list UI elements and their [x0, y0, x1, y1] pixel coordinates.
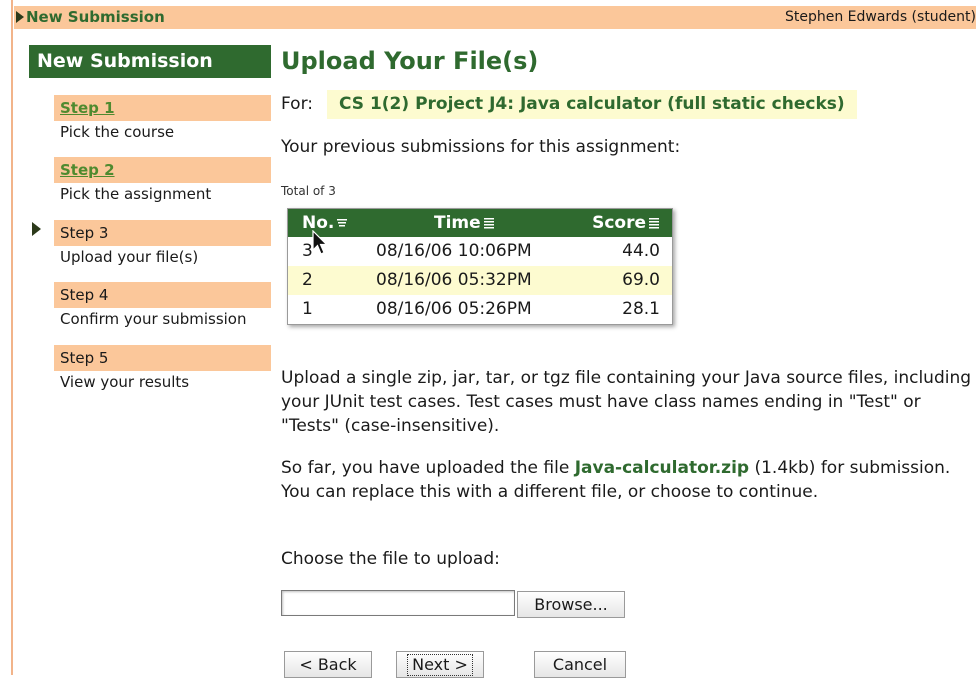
sidebar-step-4: Step 4 Confirm your submission: [54, 282, 271, 328]
left-border: [11, 0, 13, 675]
previous-submissions-label: Your previous submissions for this assig…: [281, 137, 681, 157]
table-row[interactable]: 1 08/16/06 05:26PM 28.1: [288, 295, 672, 324]
browse-button[interactable]: Browse...: [517, 591, 625, 618]
cell-time: 08/16/06 05:32PM: [376, 270, 532, 290]
step-1-link[interactable]: Step 1: [54, 95, 271, 121]
file-path-field[interactable]: [281, 590, 515, 616]
for-label: For:: [281, 94, 313, 114]
cell-score: 44.0: [622, 241, 660, 261]
top-bar: New Submission Stephen Edwards (student): [14, 6, 976, 29]
cell-no: 1: [302, 299, 313, 319]
submissions-table: No. Time Score 3 08/16/06 10:06PM 44.0 2…: [287, 208, 673, 325]
assignment-name: CS 1(2) Project J4: Java calculator (ful…: [327, 90, 857, 119]
step-1-desc: Pick the course: [60, 123, 175, 141]
sidebar-heading: New Submission: [29, 45, 271, 78]
step-3-desc: Upload your file(s): [60, 248, 199, 266]
mouse-pointer-icon: [312, 230, 328, 255]
cell-time: 08/16/06 05:26PM: [376, 299, 532, 319]
col-header-score[interactable]: Score: [592, 209, 660, 237]
table-header: No. Time Score: [288, 209, 672, 237]
step-4-label: Step 4: [54, 282, 271, 308]
choose-file-label: Choose the file to upload:: [281, 549, 500, 569]
cell-score: 69.0: [622, 270, 660, 290]
uploaded-file-name: Java-calculator.zip: [574, 458, 750, 478]
triangle-right-icon: [16, 11, 24, 23]
top-bar-title: New Submission: [26, 8, 165, 26]
total-count: Total of 3: [281, 184, 336, 198]
sidebar-step-2[interactable]: Step 2 Pick the assignment: [54, 157, 271, 203]
cancel-button[interactable]: Cancel: [534, 651, 626, 678]
sort-icon[interactable]: [483, 217, 495, 229]
step-2-link[interactable]: Step 2: [54, 157, 271, 183]
sort-icon[interactable]: [648, 217, 660, 229]
page-title: Upload Your File(s): [281, 47, 539, 75]
step-5-label: Step 5: [54, 345, 271, 371]
sidebar-step-1[interactable]: Step 1 Pick the course: [54, 95, 271, 141]
step-4-desc: Confirm your submission: [60, 310, 247, 328]
sidebar-step-5: Step 5 View your results: [54, 345, 271, 391]
step-5-desc: View your results: [60, 373, 190, 391]
table-row[interactable]: 3 08/16/06 10:06PM 44.0: [288, 237, 672, 266]
sort-desc-icon[interactable]: [336, 217, 348, 229]
step-2-desc: Pick the assignment: [60, 185, 212, 203]
cell-time: 08/16/06 10:06PM: [376, 241, 532, 261]
sidebar-step-3: Step 3 Upload your file(s): [54, 220, 271, 266]
cell-no: 2: [302, 270, 313, 290]
upload-instructions: Upload a single zip, jar, tar, or tgz fi…: [281, 368, 972, 436]
col-header-time[interactable]: Time: [434, 209, 495, 237]
back-button[interactable]: < Back: [284, 651, 372, 678]
user-name: Stephen Edwards (student): [784, 9, 976, 25]
cell-score: 28.1: [622, 299, 660, 319]
table-row[interactable]: 2 08/16/06 05:32PM 69.0: [288, 266, 672, 295]
upload-status: So far, you have uploaded the file Java-…: [281, 458, 951, 502]
next-button[interactable]: Next >: [396, 651, 484, 678]
next-button-label: Next >: [407, 654, 473, 676]
current-step-arrow-icon: [32, 222, 41, 236]
step-3-label: Step 3: [54, 220, 271, 246]
